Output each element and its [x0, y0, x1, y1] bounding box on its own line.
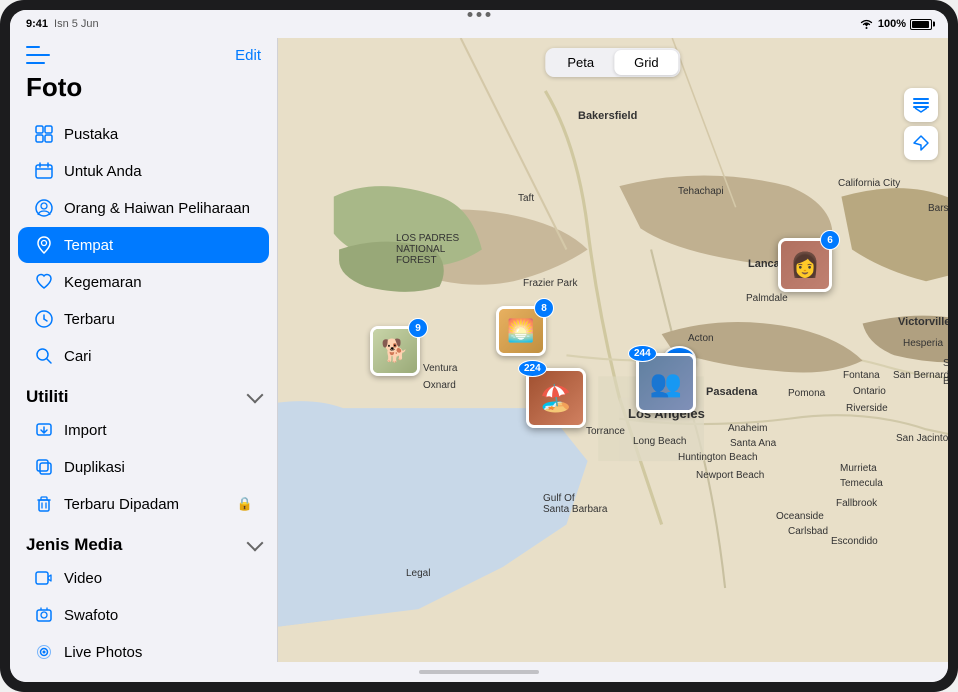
- battery-icon: [910, 19, 932, 30]
- sidebar-item-label: Cari: [64, 348, 253, 365]
- person-circle-icon: [34, 198, 54, 218]
- home-indicator-bar: [419, 670, 539, 674]
- main-content: Edit Foto Pus: [10, 38, 948, 662]
- sidebar-scroll: Pustaka Untuk Anda: [10, 115, 277, 662]
- search-icon: [34, 346, 54, 366]
- location-button[interactable]: [904, 126, 938, 160]
- sidebar-item-tempat[interactable]: Tempat: [18, 227, 269, 263]
- sidebar-item-label: Import: [64, 422, 253, 439]
- sidebar-item-video[interactable]: Video: [18, 560, 269, 596]
- map-controls: [904, 88, 938, 160]
- chevron-down-icon: [247, 535, 264, 552]
- lock-icon: 🔒: [237, 496, 253, 512]
- map-pin-6[interactable]: 👩 6: [778, 238, 832, 292]
- three-dots: [468, 12, 491, 17]
- edit-button[interactable]: Edit: [235, 47, 261, 64]
- clock-icon: [34, 309, 54, 329]
- ipad-frame: 9:41 Isn 5 Jun 100%: [0, 0, 958, 692]
- utiliti-section-header: Utiliti: [10, 375, 277, 411]
- dot3: [486, 12, 491, 17]
- sidebar-item-label: Kegemaran: [64, 274, 253, 291]
- duplicate-icon: [34, 457, 54, 477]
- sidebar-item-terbaru[interactable]: Terbaru: [18, 301, 269, 337]
- selfie-icon: [34, 605, 54, 625]
- dot1: [468, 12, 473, 17]
- battery-pct: 100%: [878, 18, 906, 30]
- wifi-icon: [859, 17, 874, 32]
- sidebar-item-import[interactable]: Import: [18, 412, 269, 448]
- sidebar-item-label: Duplikasi: [64, 459, 253, 476]
- jenis-media-section-header: Jenis Media: [10, 523, 277, 559]
- dot2: [477, 12, 482, 17]
- sidebar-item-label: Video: [64, 570, 253, 587]
- map-pin-244[interactable]: 👥 244: [636, 353, 696, 413]
- sidebar-header: Edit: [10, 38, 277, 68]
- live-photo-icon: [34, 642, 54, 662]
- time: 9:41: [26, 18, 48, 30]
- video-icon: [34, 568, 54, 588]
- sidebar-title: Foto: [10, 68, 277, 115]
- home-indicator: [10, 662, 948, 682]
- sidebar-item-terbaru-dipadam[interactable]: Terbaru Dipadam 🔒: [18, 486, 269, 522]
- sidebar-item-live-photos[interactable]: Live Photos: [18, 634, 269, 662]
- sidebar-item-label: Swafoto: [64, 607, 253, 624]
- sidebar-item-cari[interactable]: Cari: [18, 338, 269, 374]
- segmented-control: Peta Grid: [545, 48, 680, 77]
- photos-grid-icon: [34, 124, 54, 144]
- map-pin-224[interactable]: 🏖️ 224: [526, 368, 586, 428]
- sidebar-item-duplikasi[interactable]: Duplikasi: [18, 449, 269, 485]
- map-layers-button[interactable]: [904, 88, 938, 122]
- sidebar-item-label: Terbaru Dipadam: [64, 496, 179, 513]
- calendar-icon: [34, 161, 54, 181]
- sidebar-item-label: Terbaru: [64, 311, 253, 328]
- chevron-down-icon: [247, 387, 264, 404]
- grid-button[interactable]: Grid: [614, 50, 679, 75]
- import-icon: [34, 420, 54, 440]
- location-icon: [34, 235, 54, 255]
- date: Isn 5 Jun: [54, 18, 99, 30]
- sidebar-toggle-button[interactable]: [26, 46, 50, 64]
- sidebar-item-pustaka[interactable]: Pustaka: [18, 116, 269, 152]
- map-background: Bakersfield Tehachapi California City Ta…: [278, 38, 948, 662]
- sidebar-item-label: Pustaka: [64, 126, 253, 143]
- jenis-media-label: Jenis Media: [26, 535, 122, 555]
- peta-button[interactable]: Peta: [547, 50, 614, 75]
- status-right: 100%: [859, 17, 932, 32]
- trash-icon: [34, 494, 54, 514]
- sidebar-item-label: Live Photos: [64, 644, 253, 661]
- sidebar-item-label: Orang & Haiwan Peliharaan: [64, 200, 253, 217]
- sidebar-item-label: Tempat: [64, 237, 253, 254]
- utiliti-label: Utiliti: [26, 387, 69, 407]
- ipad-screen: 9:41 Isn 5 Jun 100%: [10, 10, 948, 682]
- sidebar: Edit Foto Pus: [10, 38, 278, 662]
- map-pin-8[interactable]: 🌅 8: [496, 306, 546, 356]
- sidebar-item-label: Untuk Anda: [64, 163, 253, 180]
- sidebar-item-kegemaran[interactable]: Kegemaran: [18, 264, 269, 300]
- sidebar-item-orang-haiwan[interactable]: Orang & Haiwan Peliharaan: [18, 190, 269, 226]
- map-container[interactable]: Peta Grid: [278, 38, 948, 662]
- map-pin-9[interactable]: 🐕 9: [370, 326, 420, 376]
- sidebar-item-swafoto[interactable]: Swafoto: [18, 597, 269, 633]
- heart-icon: [34, 272, 54, 292]
- sidebar-item-untuk-anda[interactable]: Untuk Anda: [18, 153, 269, 189]
- status-left: 9:41 Isn 5 Jun: [26, 18, 99, 30]
